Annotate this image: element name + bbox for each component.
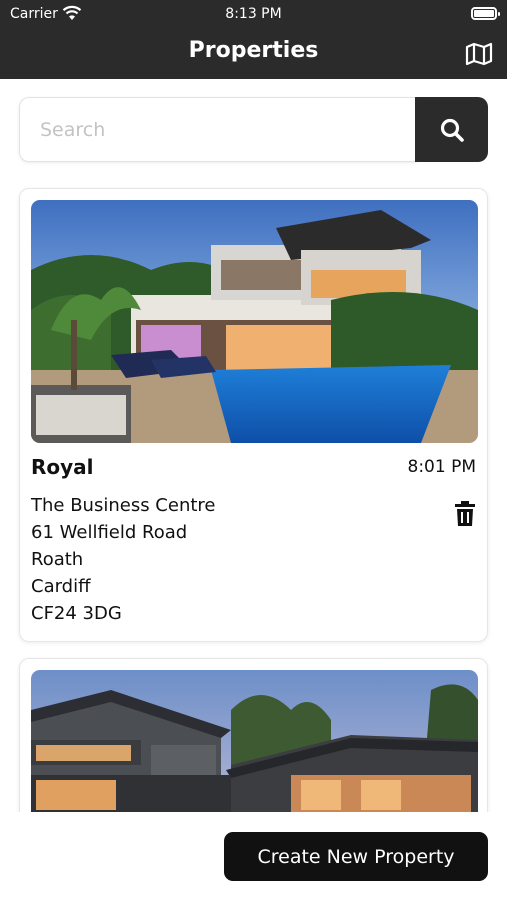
property-time: 8:01 PM [407,457,477,477]
properties-screen: Carrier 8:13 PM Properties Search Royal … [0,0,507,900]
status-bar: Carrier 8:13 PM [0,0,507,28]
property-photo [31,200,478,443]
map-icon [465,42,493,66]
address-line: CF24 3DG [31,603,122,624]
navigation-bar: Carrier 8:13 PM Properties [0,0,507,79]
status-time: 8:13 PM [225,6,282,22]
trash-icon [455,501,475,526]
search-button[interactable] [415,97,488,162]
property-list[interactable]: Royal 8:01 PM The Business Centre 61 Wel… [0,170,507,812]
property-card[interactable] [19,658,488,812]
search-input[interactable] [19,97,417,162]
address-line: 61 Wellfield Road [31,522,188,543]
address-line: The Business Centre [31,495,216,516]
create-property-button[interactable]: Create New Property [224,832,488,881]
delete-button[interactable] [454,501,476,527]
property-card[interactable]: Royal 8:01 PM The Business Centre 61 Wel… [19,188,488,642]
address-line: Cardiff [31,576,91,597]
property-photo [31,670,478,812]
bottom-bar: Create New Property [0,812,507,900]
address-line: Roath [31,549,84,570]
map-button[interactable] [463,40,495,68]
search-icon [440,118,464,142]
page-title: Properties [188,38,319,63]
property-name: Royal [31,455,94,479]
battery-icon [471,7,500,20]
search-bar [19,97,488,162]
